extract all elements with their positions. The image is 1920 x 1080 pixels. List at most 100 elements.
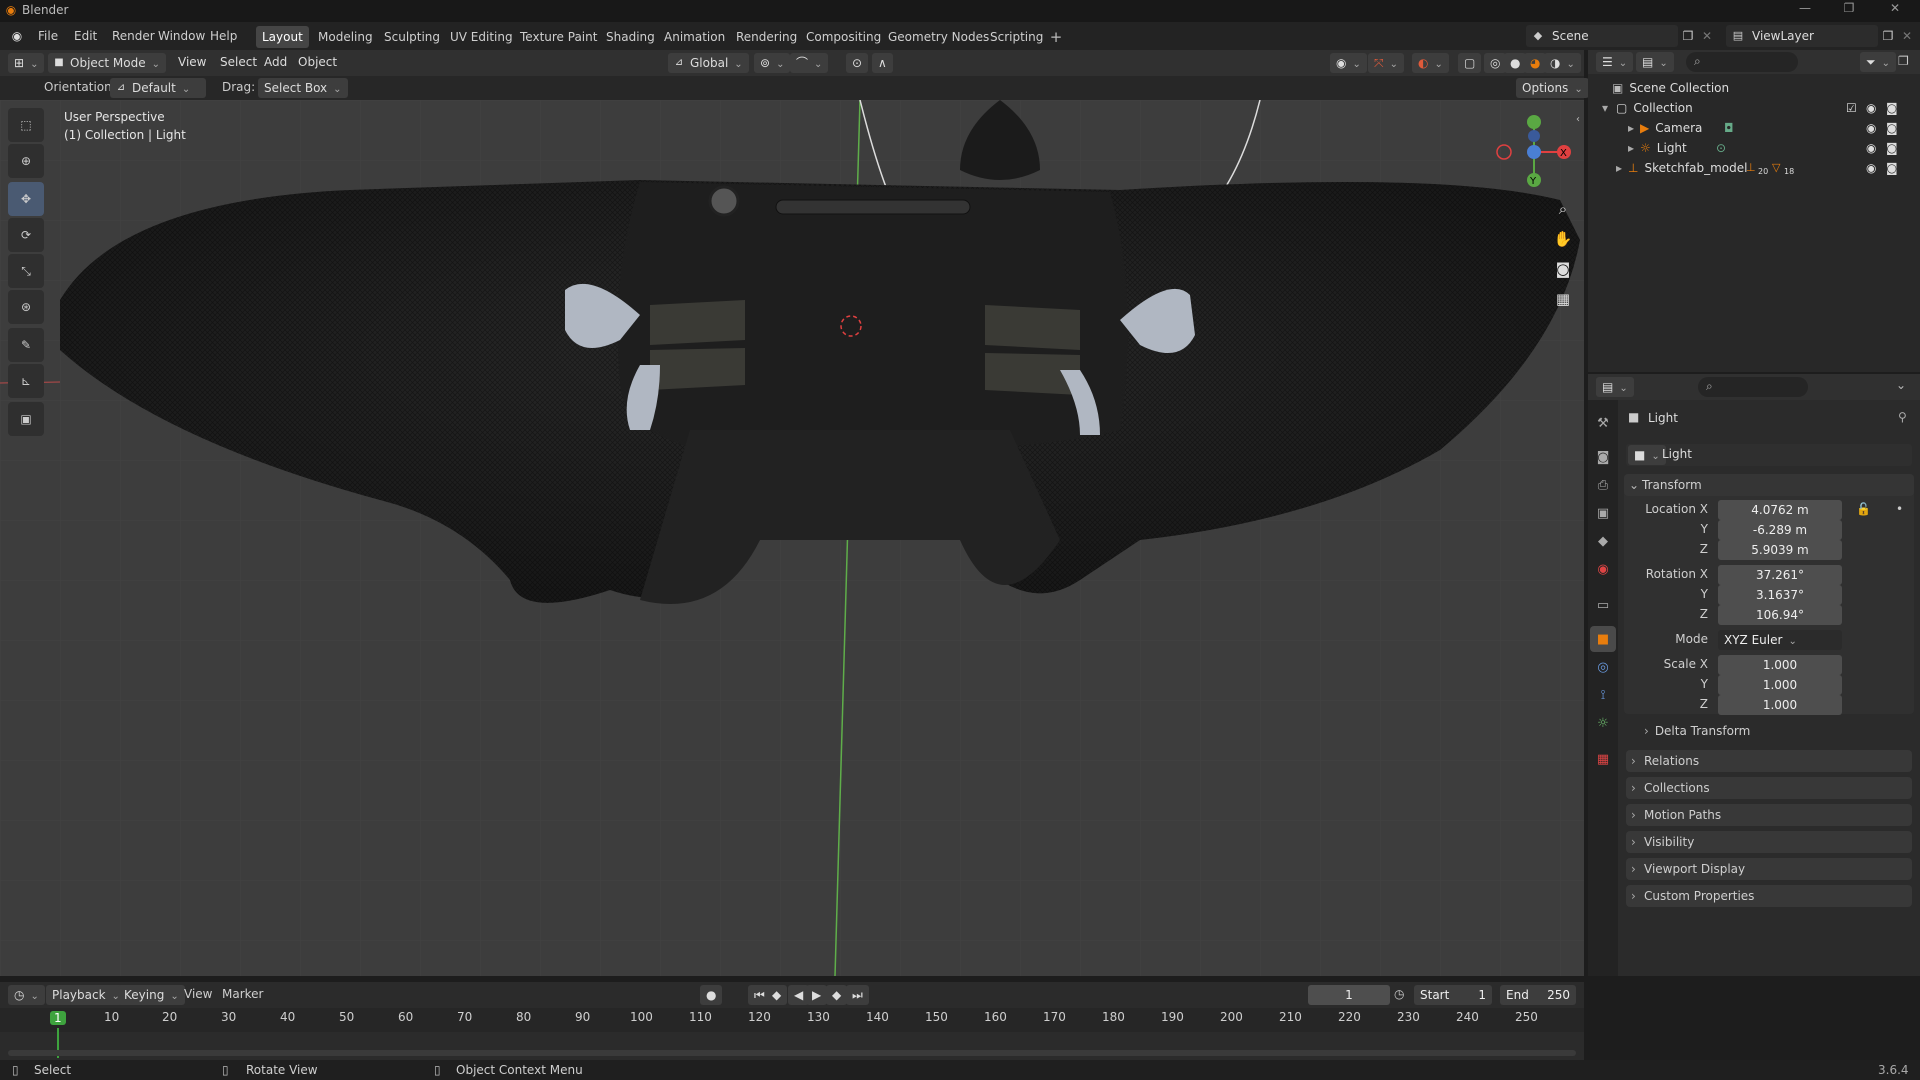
outliner-item-scene-collection[interactable]: ▣ Scene Collection <box>1612 78 1729 98</box>
outliner-item-sketchfab-model[interactable]: ▸ ⊥ Sketchfab_model ⊥ 20 ▽ 18 ◉ ◙ <box>1616 158 1920 178</box>
cursor-tool-icon[interactable]: ⊕ <box>8 144 44 178</box>
select-box-tool-icon[interactable]: ⬚ <box>8 108 44 142</box>
timeline-area[interactable]: 1 10 20 30 40 50 60 70 80 90 100 110 120… <box>0 1008 1584 1060</box>
minimize-icon[interactable]: — <box>1790 1 1820 21</box>
current-frame-field[interactable]: 1 <box>1308 985 1390 1005</box>
move-tool-icon[interactable]: ✥ <box>8 182 44 216</box>
camera-data-icon[interactable]: ◘ <box>1724 118 1734 138</box>
annotate-tool-icon[interactable]: ✎ <box>8 328 44 362</box>
expand-arrow-icon[interactable]: ▸ <box>1628 141 1634 155</box>
scale-x-field[interactable]: 1.000 <box>1718 655 1842 675</box>
timeline-marker-menu[interactable]: Marker <box>214 985 271 1003</box>
rotation-mode-dropdown[interactable]: XYZ Euler <box>1718 630 1842 650</box>
xray-toggle[interactable]: ▢ <box>1458 53 1482 73</box>
new-collection-icon[interactable]: ❐ <box>1898 54 1909 68</box>
timeline-scrollbar[interactable] <box>8 1050 1576 1056</box>
visibility-section[interactable]: › Visibility <box>1626 831 1912 853</box>
visibility-eye-icon[interactable]: ◉ <box>1866 98 1876 118</box>
add-workspace-icon[interactable]: + <box>1046 27 1066 47</box>
keyframe-dot-icon[interactable]: • <box>1896 502 1903 516</box>
visibility-dropdown[interactable]: ◉ <box>1330 53 1367 73</box>
drag-dropdown[interactable]: Select Box <box>258 78 348 98</box>
orientation-dropdown[interactable]: ⊿ Default <box>110 78 206 98</box>
filter-icon[interactable]: ⏷ <box>1860 52 1896 72</box>
tab-rendering[interactable]: Rendering <box>730 26 803 48</box>
outliner-editor-type-button[interactable]: ☰ <box>1596 52 1634 72</box>
perspective-toggle-icon[interactable]: ▦ <box>1550 286 1576 312</box>
display-mode-button[interactable]: ▤ <box>1636 52 1674 72</box>
blender-menu-icon[interactable]: ◉ <box>8 28 26 44</box>
timeline-editor-type-button[interactable]: ◷ <box>8 985 45 1005</box>
clock-icon[interactable]: ◷ <box>1394 987 1404 1001</box>
texture-tab-icon[interactable]: ▦ <box>1590 746 1616 772</box>
outliner-item-camera[interactable]: ▸ ▶ Camera ◘ ◉ ◙ <box>1628 118 1920 138</box>
end-frame-field[interactable]: End 250 <box>1500 985 1576 1005</box>
camera-view-icon[interactable]: ◙ <box>1550 256 1576 282</box>
options-dropdown[interactable]: Options <box>1516 78 1589 98</box>
delta-transform-subpanel[interactable]: › Delta Transform <box>1644 724 1750 738</box>
transform-orientation-dropdown[interactable]: ⊿ Global <box>668 53 749 73</box>
start-frame-field[interactable]: Start 1 <box>1414 985 1492 1005</box>
timeline-ruler[interactable]: 1 10 20 30 40 50 60 70 80 90 100 110 120… <box>0 1008 1584 1032</box>
menu-edit[interactable]: Edit <box>66 27 105 45</box>
light-data-icon[interactable]: ⊙ <box>1716 138 1726 158</box>
rotation-y-field[interactable]: 3.1637° <box>1718 585 1842 605</box>
gizmo-toggle[interactable]: ⤧ <box>1368 53 1404 73</box>
render-camera-icon[interactable]: ◙ <box>1886 138 1898 158</box>
outliner-item-light[interactable]: ▸ ☼ Light ⊙ ◉ ◙ <box>1628 138 1920 158</box>
properties-options-icon[interactable]: ⌄ <box>1896 378 1906 392</box>
tool-tab-icon[interactable]: ⚒ <box>1590 410 1616 436</box>
rotate-tool-icon[interactable]: ⟳ <box>8 218 44 252</box>
pin-icon[interactable]: ⚲ <box>1898 410 1907 424</box>
mode-dropdown[interactable]: ■ Object Mode <box>48 53 166 73</box>
object-browse-button[interactable]: ■ <box>1628 445 1666 465</box>
properties-editor-type-button[interactable]: ▤ <box>1596 377 1634 397</box>
visibility-eye-icon[interactable]: ◉ <box>1866 158 1876 178</box>
playback-menu[interactable]: Playback <box>46 985 126 1005</box>
transform-panel-header[interactable]: ⌄ Transform <box>1624 474 1914 496</box>
pan-hand-icon[interactable]: ✋ <box>1550 226 1576 252</box>
tab-compositing[interactable]: Compositing <box>800 26 887 48</box>
outliner-search-input[interactable]: ⌕ <box>1686 52 1798 72</box>
measure-tool-icon[interactable]: ⊾ <box>8 364 44 398</box>
rotation-x-field[interactable]: 37.261° <box>1718 565 1842 585</box>
transform-tool-icon[interactable]: ⊛ <box>8 290 44 324</box>
navigation-gizmo[interactable]: X Y <box>1490 110 1576 200</box>
tab-shading[interactable]: Shading <box>600 26 661 48</box>
scale-z-field[interactable]: 1.000 <box>1718 695 1842 715</box>
expand-arrow-icon[interactable]: ▸ <box>1616 161 1622 175</box>
properties-search-input[interactable]: ⌕ <box>1698 377 1808 397</box>
constraints-tab-icon[interactable]: ⟟ <box>1590 682 1616 708</box>
menu-view[interactable]: View <box>170 53 214 71</box>
jump-keyframe-forward-icon[interactable]: ◆ <box>826 985 848 1005</box>
expand-arrow-icon[interactable]: ▸ <box>1628 121 1634 135</box>
play-icon[interactable]: ▶ <box>806 985 828 1005</box>
rendered-shading-button[interactable]: ◑ <box>1544 53 1581 73</box>
pivot-point-dropdown[interactable]: ⊚ <box>754 53 791 73</box>
menu-file[interactable]: File <box>30 27 66 45</box>
new-scene-icon[interactable]: ❐ <box>1678 27 1698 45</box>
falloff-icon[interactable]: ∧ <box>872 53 893 73</box>
playhead-frame[interactable]: 1 <box>50 1011 66 1025</box>
lock-location-x-icon[interactable]: 🔓 <box>1856 502 1871 516</box>
jump-keyframe-back-icon[interactable]: ◆ <box>766 985 788 1005</box>
overlays-toggle[interactable]: ◐ <box>1412 53 1449 73</box>
visibility-eye-icon[interactable]: ◉ <box>1866 118 1876 138</box>
viewport-3d[interactable]: ⬚ ⊕ ✥ ⟳ ⤡ ⊛ ✎ ⊾ ▣ User Perspective (1) C… <box>0 100 1584 976</box>
tab-layout[interactable]: Layout <box>256 26 309 48</box>
auto-keying-toggle[interactable]: ● <box>700 985 723 1005</box>
rotation-z-field[interactable]: 106.94° <box>1718 605 1842 625</box>
scale-y-field[interactable]: 1.000 <box>1718 675 1842 695</box>
custom-properties-section[interactable]: › Custom Properties <box>1626 885 1912 907</box>
light-data-tab-icon[interactable]: ☼ <box>1590 710 1616 736</box>
collapse-arrow-icon[interactable]: ‹ <box>1576 114 1580 125</box>
tab-sculpting[interactable]: Sculpting <box>378 26 446 48</box>
delete-view-layer-icon[interactable]: ✕ <box>1898 27 1916 45</box>
render-camera-icon[interactable]: ◙ <box>1886 158 1898 178</box>
menu-help[interactable]: Help <box>202 27 245 45</box>
object-tab-icon[interactable]: ■ <box>1590 626 1616 652</box>
add-cube-tool-icon[interactable]: ▣ <box>8 402 44 436</box>
editor-type-button[interactable]: ⊞ <box>8 53 45 73</box>
proportional-edit-toggle[interactable]: ⊙ <box>846 53 869 73</box>
tab-scripting[interactable]: Scripting <box>984 26 1049 48</box>
